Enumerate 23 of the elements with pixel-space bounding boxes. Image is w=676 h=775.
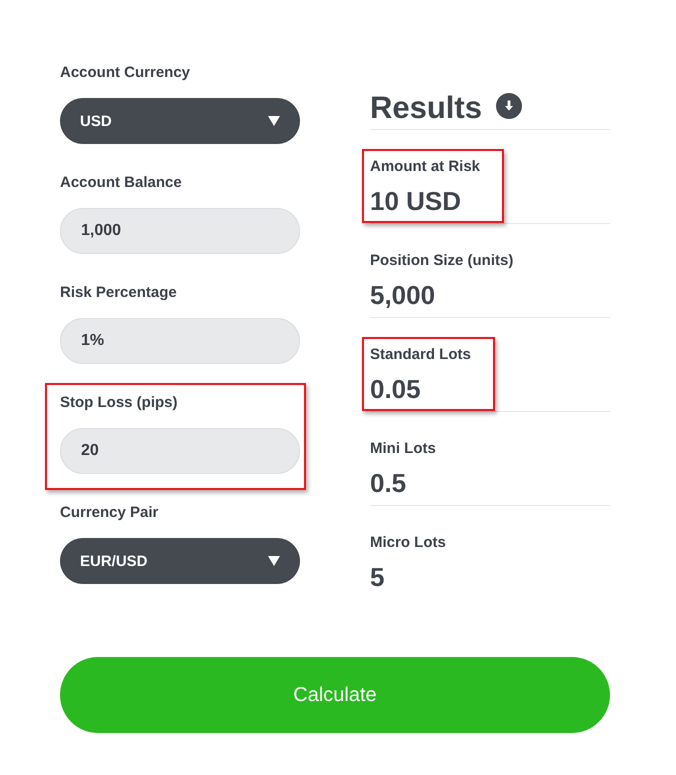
dropdown[interactable]: EUR/USD (60, 538, 300, 584)
result-value: 5,000 (370, 279, 436, 311)
dropdown[interactable]: USD (60, 98, 300, 144)
result-label: Position Size (units) (370, 251, 514, 271)
result-value: 10 USD (370, 185, 462, 217)
result-label: Amount at Risk (370, 157, 480, 177)
field-label: Account Balance (60, 173, 182, 193)
caret-icon (268, 116, 280, 126)
input-field[interactable]: 1,000 (60, 208, 300, 254)
result-value: 0.5 (370, 467, 406, 499)
result-label: Mini Lots (370, 439, 436, 459)
results-heading: Results (370, 89, 482, 127)
field-label: Risk Percentage (60, 283, 177, 303)
input-field[interactable]: 20 (60, 428, 300, 474)
result-value: 5 (370, 561, 384, 593)
field-label: Stop Loss (pips) (60, 393, 178, 413)
field-label: Account Currency (60, 63, 190, 83)
caret-icon (268, 556, 280, 566)
input-field[interactable]: 1% (60, 318, 300, 364)
result-label: Micro Lots (370, 533, 446, 553)
field-label: Currency Pair (60, 503, 158, 523)
result-value: 0.05 (370, 373, 421, 405)
result-label: Standard Lots (370, 345, 471, 365)
